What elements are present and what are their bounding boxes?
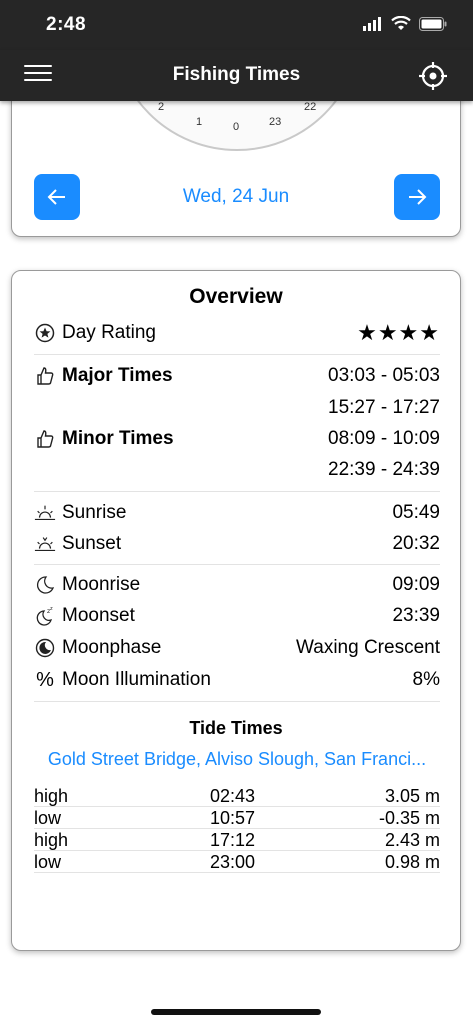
moonset-label: Moonset xyxy=(62,605,135,626)
major-time-value: 03:03 - 05:03 xyxy=(328,365,440,386)
major-time-value: 15:27 - 17:27 xyxy=(328,397,440,418)
day-rating-row: Day Rating ★★★★ xyxy=(34,320,440,346)
tide-location-link[interactable]: Gold Street Bridge, Alviso Slough, San F… xyxy=(34,749,440,770)
tide-row: low 23:00 0.98 m xyxy=(34,851,440,873)
home-indicator[interactable] xyxy=(151,1009,321,1015)
tide-type: high xyxy=(34,830,69,850)
major-times-row: Major Times 03:03 - 05:03 xyxy=(34,363,440,389)
major-times-label: Major Times xyxy=(62,365,173,386)
divider xyxy=(34,701,440,702)
moonphase-label: Moonphase xyxy=(62,637,162,658)
page-title: Fishing Times xyxy=(172,64,301,85)
sunrise-row: Sunrise 05:49 xyxy=(34,500,440,526)
sunrise-icon xyxy=(34,502,56,524)
status-time: 2:48 xyxy=(46,14,87,35)
day-rating-stars: ★★★★ xyxy=(357,320,440,345)
minor-time-value: 08:09 - 10:09 xyxy=(328,428,440,449)
moon-illumination-label: Moon Illumination xyxy=(62,669,211,690)
tide-height: 2.43 m xyxy=(384,830,440,850)
moonset-row: z z Moonset 23:39 xyxy=(34,603,440,629)
minor-times-row-2: 22:39 - 24:39 xyxy=(34,457,440,483)
dial-number: 22 xyxy=(304,101,317,113)
moonset-value: 23:39 xyxy=(392,605,440,626)
tide-type: low xyxy=(34,808,62,828)
battery-icon xyxy=(419,16,447,31)
divider xyxy=(34,491,440,492)
sunrise-label: Sunrise xyxy=(62,502,127,523)
moonphase-value: Waxing Crescent xyxy=(296,637,440,658)
tide-times-title: Tide Times xyxy=(189,718,283,738)
minor-times-row: Minor Times 08:09 - 10:09 xyxy=(34,426,440,452)
crosshair-icon[interactable] xyxy=(417,60,449,92)
tide-height: -0.35 m xyxy=(378,808,440,828)
sunset-row: Sunset 20:32 xyxy=(34,531,440,557)
moon-illumination-row: % Moon Illumination 8% xyxy=(34,667,440,693)
moonphase-icon xyxy=(34,637,56,659)
sunset-icon xyxy=(34,533,56,555)
moonrise-value: 09:09 xyxy=(392,574,440,595)
tide-row: high 17:12 2.43 m xyxy=(34,829,440,851)
moonphase-row: Moonphase Waxing Crescent xyxy=(34,635,440,661)
tide-time: 17:12 xyxy=(210,830,256,850)
sunset-value: 20:32 xyxy=(392,533,440,554)
dial-number: 23 xyxy=(269,116,282,128)
sunset-label: Sunset xyxy=(62,533,122,554)
svg-text:z: z xyxy=(50,606,53,612)
tide-row: high 02:43 3.05 m xyxy=(34,785,440,807)
signal-icon xyxy=(363,16,381,31)
sunrise-value: 05:49 xyxy=(392,502,440,523)
overview-card: Overview Day Rating ★★★★ Major Times 03:… xyxy=(11,270,461,951)
thumbs-up-icon xyxy=(34,428,56,450)
moonset-icon: z z xyxy=(34,605,56,627)
status-icons xyxy=(363,16,447,31)
star-circle-icon xyxy=(34,322,56,344)
percent-icon: % xyxy=(36,668,54,691)
navigation-bar: Fishing Times xyxy=(0,50,473,101)
selected-date[interactable]: Wed, 24 Jun xyxy=(12,186,460,208)
thumbs-up-icon xyxy=(34,365,56,387)
minor-times-label: Minor Times xyxy=(62,428,174,449)
tide-height: 3.05 m xyxy=(384,786,440,806)
minor-time-value: 22:39 - 24:39 xyxy=(328,459,440,480)
divider xyxy=(34,354,440,355)
dial-number: 2 xyxy=(158,101,165,113)
moonrise-row: Moonrise 09:09 xyxy=(34,572,440,598)
tide-time: 02:43 xyxy=(210,786,256,806)
dial-number: 0 xyxy=(233,121,240,133)
wifi-icon xyxy=(391,16,411,30)
tide-height: 0.98 m xyxy=(384,852,440,872)
tide-type: high xyxy=(34,786,69,806)
divider xyxy=(34,564,440,565)
tide-time: 23:00 xyxy=(210,852,256,872)
moon-illumination-value: 8% xyxy=(412,669,440,690)
moon-icon xyxy=(34,574,56,596)
tide-row: low 10:57 -0.35 m xyxy=(34,807,440,829)
tide-time: 10:57 xyxy=(210,808,256,828)
moonrise-label: Moonrise xyxy=(62,574,141,595)
overview-title: Overview xyxy=(189,285,283,308)
status-bar: 2:48 xyxy=(0,0,473,50)
dial-number: 1 xyxy=(196,116,203,128)
next-day-button[interactable] xyxy=(394,174,440,220)
arrow-right-icon xyxy=(409,189,427,205)
tide-type: low xyxy=(34,852,62,872)
day-rating-label: Day Rating xyxy=(62,322,156,343)
major-times-row-2: 15:27 - 17:27 xyxy=(34,395,440,421)
